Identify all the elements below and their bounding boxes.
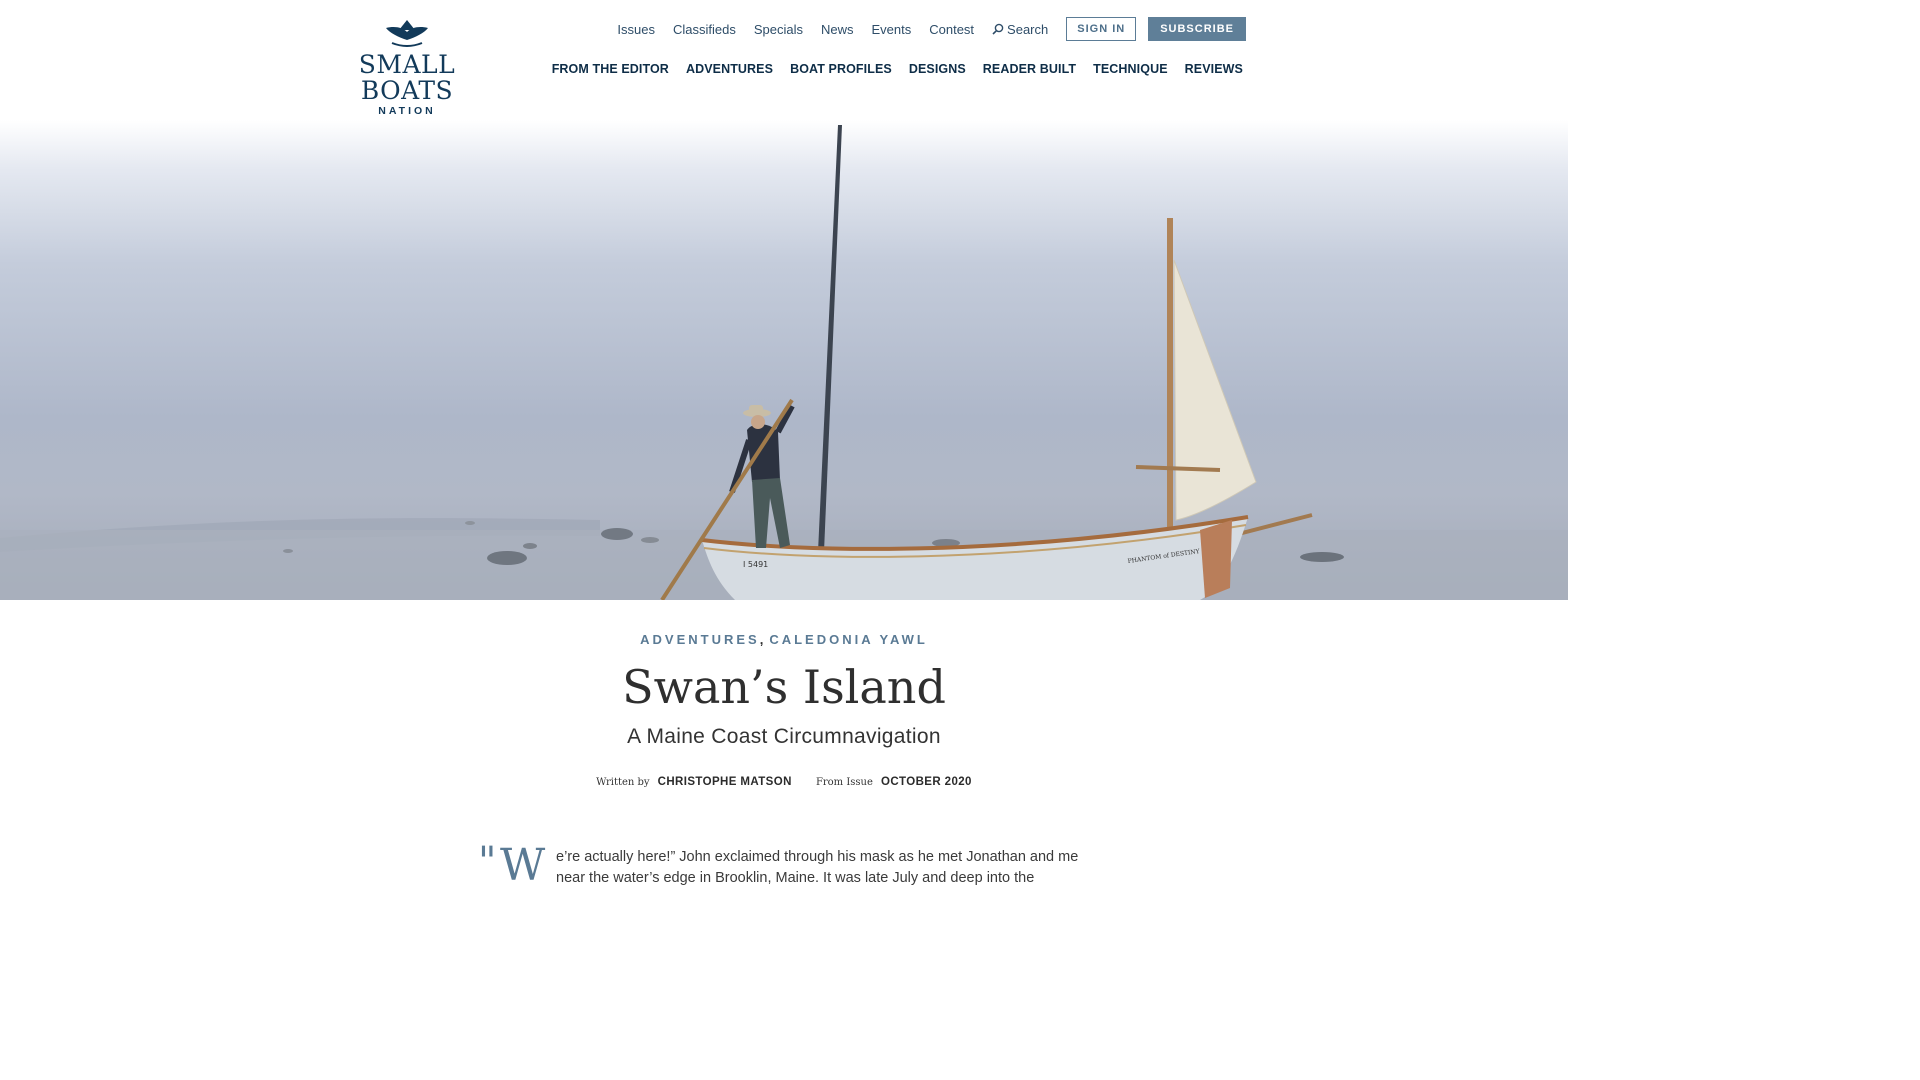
nav-technique[interactable]: TECHNIQUE <box>1093 62 1168 76</box>
article-body: " W e’re actually here!” John exclaimed … <box>478 839 1098 891</box>
nav-from-the-editor[interactable]: FROM THE EDITOR <box>552 62 669 76</box>
site-logo[interactable]: SMALL BOATS NATION <box>322 18 492 117</box>
nav-adventures[interactable]: ADVENTURES <box>686 62 773 76</box>
drop-quote-mark: " <box>478 839 497 885</box>
transom-name: I 5491 <box>743 560 768 569</box>
utility-link-classifieds[interactable]: Classifieds <box>673 22 736 37</box>
article-title: Swan’s Island <box>622 660 946 714</box>
nav-reviews[interactable]: REVIEWS <box>1185 62 1243 76</box>
utility-nav: Issues Classifieds Specials News Events … <box>617 16 1246 42</box>
nav-designs[interactable]: DESIGNS <box>909 62 966 76</box>
category-separator: , <box>759 632 764 647</box>
hero-image: I 5491 PHANTOM of DESTINY <box>0 120 1568 600</box>
logo-wordmark: SMALL BOATS <box>358 50 456 105</box>
utility-link-events[interactable]: Events <box>871 22 911 37</box>
utility-link-contest[interactable]: Contest <box>929 22 974 37</box>
article-subtitle: A Maine Coast Circumnavigation <box>627 725 941 748</box>
search-label: Search <box>1007 21 1049 37</box>
issue-link[interactable]: OCTOBER 2020 <box>881 776 972 788</box>
logo-subtitle: NATION <box>378 105 436 117</box>
site-header: SMALL BOATS NATION Issues Classifieds Sp… <box>0 0 1568 120</box>
search-link[interactable]: Search <box>992 22 1048 37</box>
utility-link-specials[interactable]: Specials <box>754 22 803 37</box>
category-adventures[interactable]: ADVENTURES <box>640 632 760 647</box>
article-paragraph: e’re actually here!” John exclaimed thro… <box>556 842 1098 889</box>
hero-photo-illustration: I 5491 PHANTOM of DESTINY <box>0 125 1568 600</box>
nav-boat-profiles[interactable]: BOAT PROFILES <box>790 62 892 76</box>
body-line-1: e’re actually here!” John exclaimed thro… <box>556 849 1079 865</box>
written-by-label: Written by <box>596 777 650 788</box>
article-categories: ADVENTURES, CALEDONIA YAWL <box>0 632 1568 647</box>
utility-link-news[interactable]: News <box>821 22 854 37</box>
subscribe-button[interactable]: SUBSCRIBE <box>1148 17 1246 41</box>
utility-link-issues[interactable]: Issues <box>617 22 655 37</box>
drop-cap: W <box>500 840 546 891</box>
from-issue-label: From Issue <box>815 777 873 788</box>
logo-sails-icon <box>386 20 428 47</box>
sign-in-button[interactable]: SIGN IN <box>1066 17 1137 41</box>
category-caledonia-yawl[interactable]: CALEDONIA YAWL <box>769 632 928 647</box>
byline: Written by CHRISTOPHE MATSON From Issue … <box>0 776 1568 788</box>
nav-reader-built[interactable]: READER BUILT <box>983 62 1076 76</box>
author-link[interactable]: CHRISTOPHE MATSON <box>658 776 792 788</box>
body-line-2: near the water’s edge in Brooklin, Maine… <box>556 870 1035 886</box>
search-icon <box>992 23 1004 35</box>
main-nav: FROM THE EDITOR ADVENTURES BOAT PROFILES… <box>552 62 1243 76</box>
